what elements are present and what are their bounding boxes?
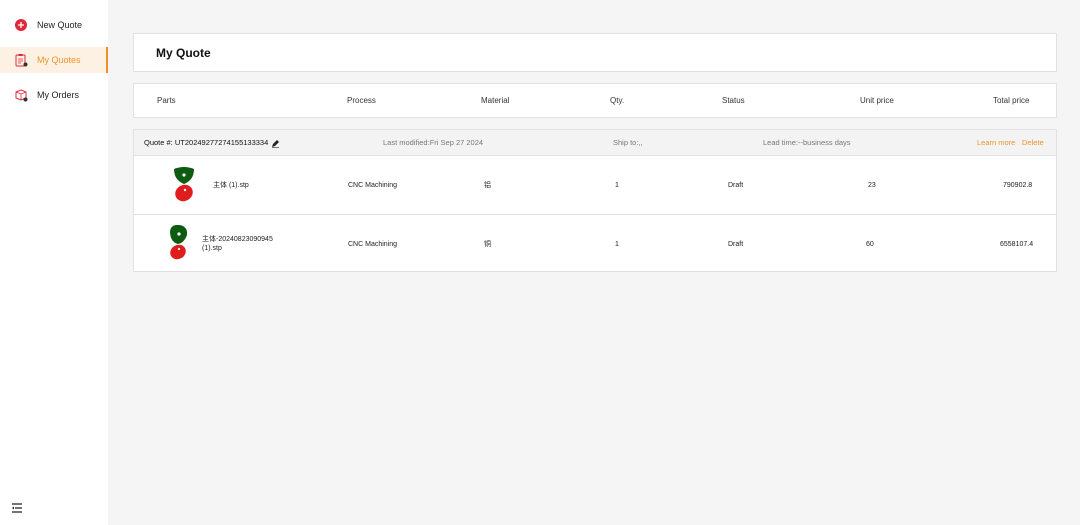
qty-cell: 1 — [615, 240, 619, 248]
sidebar: New Quote My Quotes My Orders — [0, 0, 108, 525]
qty-cell: 1 — [615, 181, 619, 189]
header-unit-price: Unit price — [860, 96, 894, 105]
last-modified: Last modified:Fri Sep 27 2024 — [383, 138, 484, 147]
learn-more-link[interactable]: Learn more — [977, 130, 1015, 156]
table-row[interactable]: 主体-20240823090945 (1).stp CNC Machining … — [134, 214, 1056, 272]
plus-circle-icon — [14, 18, 28, 32]
part-name[interactable]: 主体 (1).stp — [213, 156, 249, 214]
status-cell: Draft — [728, 240, 744, 248]
material-cell: 铜 — [484, 241, 491, 248]
part-name[interactable]: 主体-20240823090945 (1).stp — [202, 235, 282, 253]
header-material: Material — [481, 96, 510, 105]
sidebar-item-label: My Orders — [37, 90, 80, 100]
material-cell: 铝 — [484, 182, 491, 189]
clipboard-icon — [14, 53, 28, 67]
sidebar-item-new-quote[interactable]: New Quote — [0, 12, 108, 38]
delete-link[interactable]: Delete — [1022, 130, 1044, 156]
part-thumbnail — [172, 166, 196, 204]
unit-price-cell: 23 — [868, 181, 876, 189]
sidebar-item-label: My Quotes — [37, 55, 81, 65]
page-title-card: My Quote — [133, 33, 1057, 72]
sidebar-item-my-quotes[interactable]: My Quotes — [0, 47, 108, 73]
status-cell: Draft — [728, 181, 744, 189]
total-price-cell: 790902.8 — [1003, 181, 1033, 189]
quote-id-text: Quote #: UT20249277274155133334 — [144, 138, 269, 147]
box-icon — [14, 88, 28, 102]
total-price-cell: 6558107.4 — [1000, 240, 1034, 248]
lead-time: Lead time:--business days — [763, 138, 851, 147]
sidebar-item-my-orders[interactable]: My Orders — [0, 82, 108, 108]
part-thumbnail — [167, 224, 191, 263]
header-parts: Parts — [157, 96, 176, 105]
part-name-wrap: 主体-20240823090945 (1).stp — [202, 215, 282, 273]
process-cell: CNC Machining — [348, 240, 398, 248]
table-row[interactable]: 主体 (1).stp CNC Machining 铝 1 Draft 23 79… — [134, 156, 1056, 214]
unit-price-cell: 60 — [866, 240, 874, 248]
quote-id: Quote #: UT20249277274155133334 — [144, 130, 280, 156]
quote-card: Quote #: UT20249277274155133334 Last mod… — [133, 129, 1057, 272]
page-title: My Quote — [156, 45, 211, 60]
sidebar-item-label: New Quote — [37, 20, 83, 30]
table-header: Parts Process Material Qty. Status Unit … — [133, 83, 1057, 118]
process-cell: CNC Machining — [348, 181, 398, 189]
quote-header: Quote #: UT20249277274155133334 Last mod… — [134, 130, 1056, 156]
edit-icon[interactable] — [271, 139, 280, 148]
header-qty: Qty. — [610, 96, 625, 105]
header-total-price: Total price — [993, 96, 1030, 105]
menu-collapse-icon[interactable] — [11, 501, 23, 513]
header-status: Status — [722, 96, 745, 105]
header-process: Process — [347, 96, 376, 105]
ship-to: Ship to:,, — [613, 138, 643, 147]
